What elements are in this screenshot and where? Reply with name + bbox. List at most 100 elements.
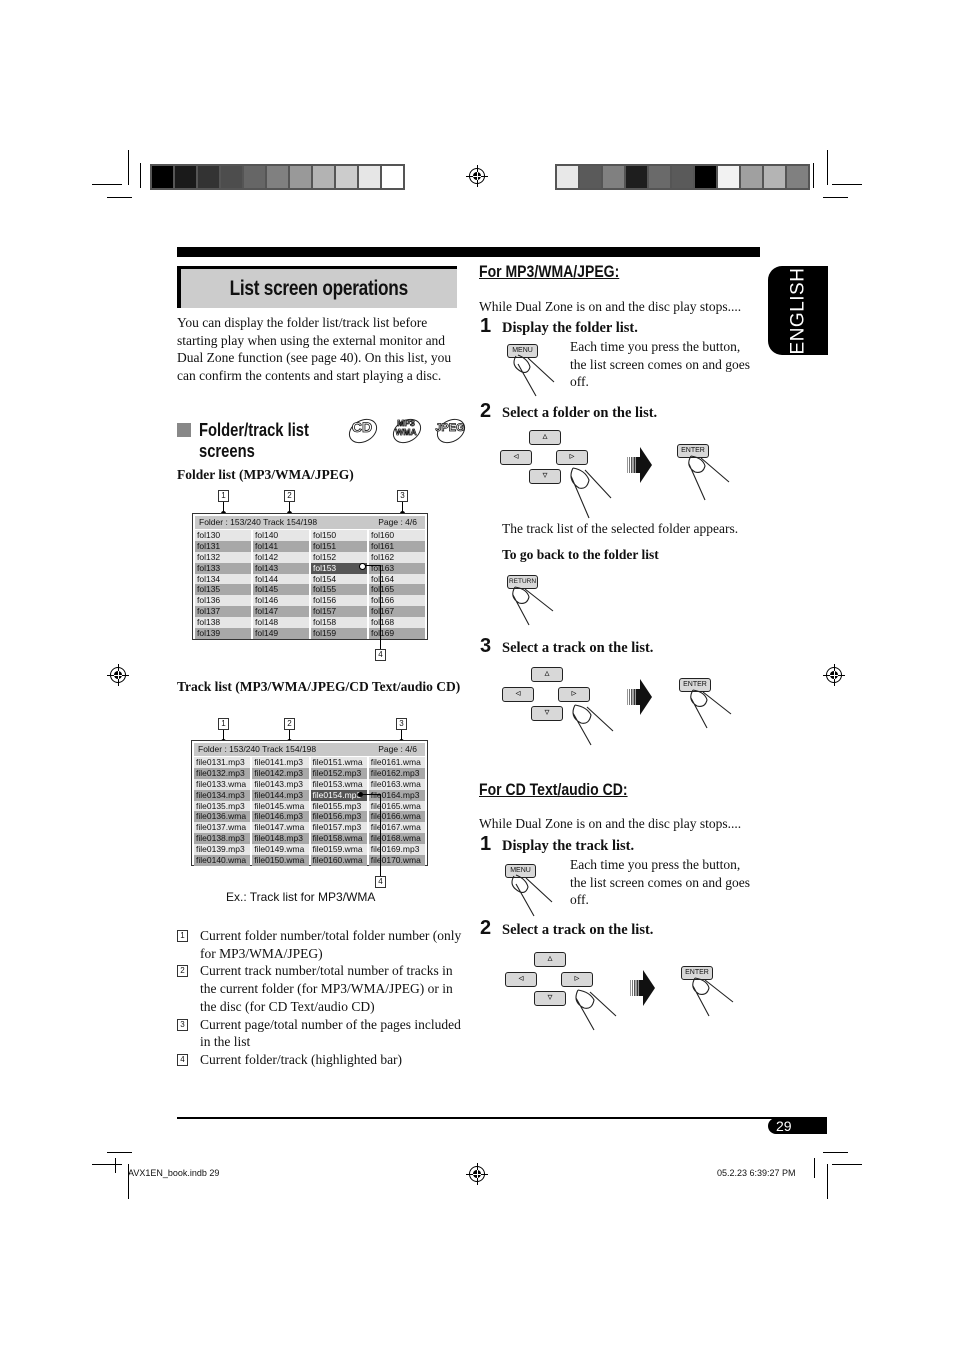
list-item[interactable]: fol157 — [311, 606, 367, 618]
list-item[interactable]: file0161.wma — [368, 757, 425, 768]
list-item[interactable]: file0170.wma — [368, 855, 425, 866]
list-item[interactable]: file0155.mp3 — [310, 800, 367, 812]
list-item[interactable]: file0160.wma — [310, 855, 367, 866]
list-item[interactable]: fol145 — [253, 584, 309, 596]
dpad-up-button[interactable]: ▵ — [531, 667, 563, 682]
list-item[interactable]: fol154 — [311, 573, 367, 585]
list-item[interactable]: file0149.wma — [252, 844, 309, 856]
list-item[interactable]: file0156.mp3 — [310, 811, 367, 823]
callout-4-dot — [358, 792, 363, 797]
list-item[interactable]: file0166.wma — [368, 811, 425, 823]
color-swatch — [672, 166, 693, 188]
list-item[interactable]: file0132.mp3 — [194, 767, 251, 779]
list-item[interactable]: file0150.wma — [252, 855, 309, 866]
dpad-left-button[interactable]: ◃ — [500, 450, 532, 465]
list-item[interactable]: fol165 — [369, 584, 425, 596]
list-item[interactable]: fol132 — [195, 551, 251, 563]
list-item[interactable]: fol134 — [195, 573, 251, 585]
list-item[interactable]: file0140.wma — [194, 855, 251, 866]
dpad-up-button[interactable]: ▵ — [534, 952, 566, 967]
list-item[interactable]: fol142 — [253, 551, 309, 563]
list-item[interactable]: fol168 — [369, 617, 425, 629]
list-item[interactable]: file0139.mp3 — [194, 844, 251, 856]
list-item[interactable]: fol160 — [369, 530, 425, 541]
list-item[interactable]: fol148 — [253, 617, 309, 629]
list-item[interactable]: file0144.mp3 — [252, 789, 309, 801]
dpad-right-button[interactable]: ▹ — [558, 687, 590, 702]
crop-mark — [115, 1158, 116, 1173]
list-item[interactable]: file0141.mp3 — [252, 757, 309, 768]
dpad-down-button[interactable]: ▿ — [534, 991, 566, 1006]
cd-step-2: 2 Select a track on the list. — [480, 917, 653, 940]
list-item[interactable]: file0131.mp3 — [194, 757, 251, 768]
list-item[interactable]: file0142.mp3 — [252, 767, 309, 779]
list-item[interactable]: fol146 — [253, 595, 309, 607]
dpad-left-button[interactable]: ◃ — [505, 972, 537, 987]
list-item[interactable]: file0148.mp3 — [252, 833, 309, 845]
list-item[interactable]: fol155 — [311, 584, 367, 596]
mp3-step-1: 1 Display the folder list. — [480, 315, 638, 338]
list-item[interactable]: fol147 — [253, 606, 309, 618]
dpad-down-button[interactable]: ▿ — [529, 469, 561, 484]
dpad-up-button[interactable]: ▵ — [529, 430, 561, 445]
list-item[interactable]: fol143 — [253, 562, 309, 574]
list-item[interactable]: file0133.wma — [194, 778, 251, 790]
list-item[interactable]: fol152 — [311, 551, 367, 563]
legend-number: 1 — [177, 930, 188, 942]
dpad-left-button[interactable]: ◃ — [502, 687, 534, 702]
list-item[interactable]: fol167 — [369, 606, 425, 618]
list-item[interactable]: fol164 — [369, 573, 425, 585]
list-item[interactable]: fol149 — [253, 628, 309, 639]
list-item[interactable]: fol144 — [253, 573, 309, 585]
list-item[interactable]: file0146.mp3 — [252, 811, 309, 823]
list-item[interactable]: fol150 — [311, 530, 367, 541]
dpad-down-button[interactable]: ▿ — [531, 706, 563, 721]
list-item[interactable]: fol131 — [195, 540, 251, 552]
list-item[interactable]: fol161 — [369, 540, 425, 552]
list-item[interactable]: file0147.wma — [252, 822, 309, 834]
list-item[interactable]: file0136.wma — [194, 811, 251, 823]
list-item[interactable]: file0167.wma — [368, 822, 425, 834]
list-item[interactable]: file0151.wma — [310, 757, 367, 768]
list-item[interactable]: file0157.mp3 — [310, 822, 367, 834]
dpad-right-button[interactable]: ▹ — [561, 972, 593, 987]
list-item[interactable]: file0143.mp3 — [252, 778, 309, 790]
list-item[interactable]: fol151 — [311, 540, 367, 552]
list-item[interactable]: fol159 — [311, 628, 367, 639]
list-item[interactable]: file0158.wma — [310, 833, 367, 845]
list-item[interactable]: fol162 — [369, 551, 425, 563]
dpad-right-button[interactable]: ▹ — [556, 450, 588, 465]
list-item[interactable]: fol141 — [253, 540, 309, 552]
back-to-folder-label: To go back to the folder list — [502, 547, 659, 562]
list-item[interactable]: file0163.wma — [368, 778, 425, 790]
list-item[interactable]: fol156 — [311, 595, 367, 607]
list-item[interactable]: file0134.mp3 — [194, 789, 251, 801]
list-item[interactable]: fol138 — [195, 617, 251, 629]
list-item[interactable]: fol139 — [195, 628, 251, 639]
list-item[interactable]: file0159.wma — [310, 844, 367, 856]
list-item[interactable]: file0153.wma — [310, 778, 367, 790]
list-item[interactable]: file0165.wma — [368, 800, 425, 812]
list-item[interactable]: fol133 — [195, 562, 251, 574]
list-item[interactable]: fol140 — [253, 530, 309, 541]
list-item[interactable]: file0164.mp3 — [368, 789, 425, 801]
finger-press-icon — [570, 467, 612, 519]
list-item[interactable]: file0137.wma — [194, 822, 251, 834]
list-item[interactable]: fol130 — [195, 530, 251, 541]
folder-grid: fol130 fol140 fol150 fol160 fol131 fol141 fol1… — [195, 530, 425, 639]
step-title: Select a folder on the list. — [502, 405, 658, 421]
list-item[interactable]: file0162.mp3 — [368, 767, 425, 779]
list-item[interactable]: file0152.mp3 — [310, 767, 367, 779]
list-item[interactable]: fol158 — [311, 617, 367, 629]
list-item[interactable]: file0169.mp3 — [368, 844, 425, 856]
list-item[interactable]: file0168.wma — [368, 833, 425, 845]
list-item[interactable]: fol169 — [369, 628, 425, 639]
list-item[interactable]: fol137 — [195, 606, 251, 618]
list-item[interactable]: file0138.mp3 — [194, 833, 251, 845]
list-item[interactable]: fol136 — [195, 595, 251, 607]
list-item[interactable]: fol135 — [195, 584, 251, 596]
crop-mark — [827, 150, 828, 185]
list-item[interactable]: file0135.mp3 — [194, 800, 251, 812]
list-item[interactable]: file0145.wma — [252, 800, 309, 812]
list-item[interactable]: fol166 — [369, 595, 425, 607]
